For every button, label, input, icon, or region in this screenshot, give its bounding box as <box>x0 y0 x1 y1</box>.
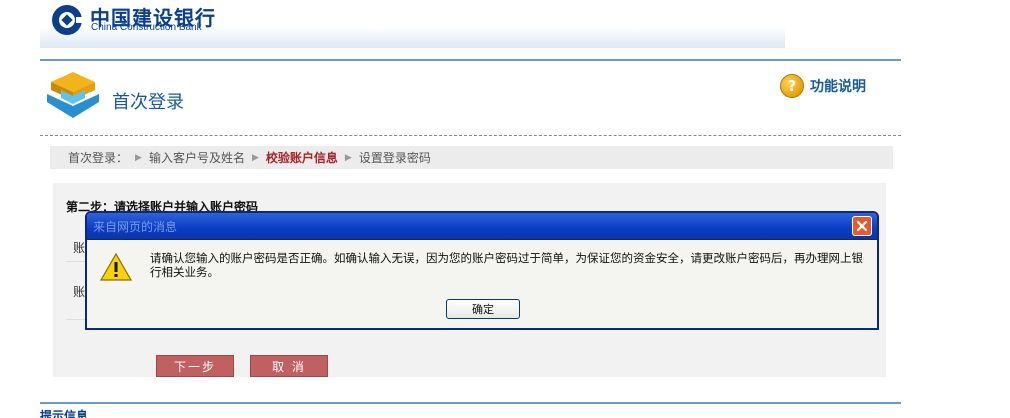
password-row-label: 账 <box>73 285 86 299</box>
breadcrumb: 首次登录： ▶ 输入客户号及姓名 ▶ 校验账户信息 ▶ 设置登录密码 <box>50 146 893 169</box>
alert-dialog: 来自网页的消息 请确认您输入的账户密码是否正确。如确认输入无误，因为您的账户密码… <box>85 211 879 330</box>
ccb-logo-icon <box>52 5 84 35</box>
warning-icon <box>99 252 133 281</box>
help-link[interactable]: ? 功能说明 <box>780 74 866 98</box>
ok-button[interactable]: 确定 <box>446 299 520 319</box>
arrow-right-icon: ▶ <box>251 152 259 163</box>
breadcrumb-prefix: 首次登录： <box>68 151 129 165</box>
brand-name-en: China Construction Bank <box>91 22 202 33</box>
breadcrumb-step-1: 输入客户号及姓名 <box>148 151 245 165</box>
breadcrumb-step-2-current: 校验账户信息 <box>265 151 338 165</box>
login-cube-icon <box>47 72 99 118</box>
close-icon <box>856 220 868 232</box>
dialog-titlebar[interactable]: 来自网页的消息 <box>87 213 877 239</box>
cancel-button[interactable]: 取 消 <box>250 355 328 377</box>
dashed-divider <box>40 135 901 136</box>
account-row-label: 账 <box>73 241 86 255</box>
help-label: 功能说明 <box>810 79 866 95</box>
arrow-right-icon: ▶ <box>135 152 142 163</box>
footer-divider <box>40 402 901 404</box>
header-divider <box>40 59 901 61</box>
dialog-body: 请确认您输入的账户密码是否正确。如确认输入无误，因为您的账户密码过于简单，为保证… <box>87 239 877 328</box>
dialog-message: 请确认您输入的账户密码是否正确。如确认输入无误，因为您的账户密码过于简单，为保证… <box>150 251 863 279</box>
page-title: 首次登录 <box>112 92 184 113</box>
breadcrumb-step-3: 设置登录密码 <box>358 151 431 165</box>
dialog-close-button[interactable] <box>852 216 872 236</box>
next-step-button[interactable]: 下一步 <box>156 355 234 377</box>
question-icon: ? <box>780 74 804 98</box>
tips-title: 提示信息 <box>40 409 89 418</box>
dialog-title: 来自网页的消息 <box>93 220 178 234</box>
arrow-right-icon: ▶ <box>344 152 352 163</box>
